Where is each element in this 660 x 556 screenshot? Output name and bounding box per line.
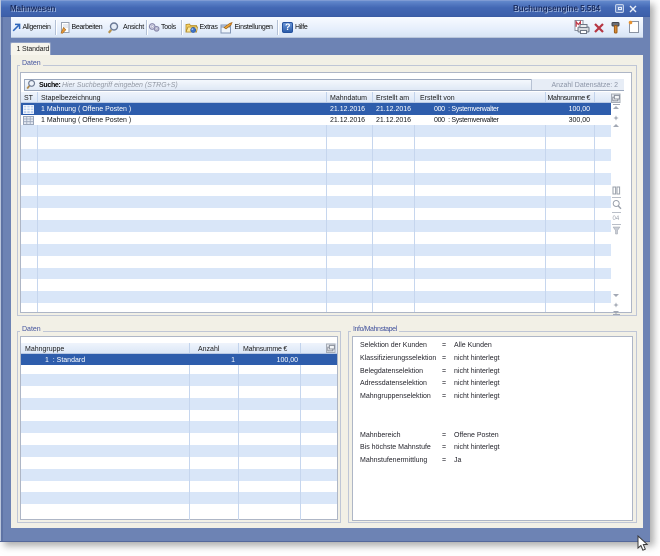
svg-text:04: 04 — [612, 216, 619, 222]
